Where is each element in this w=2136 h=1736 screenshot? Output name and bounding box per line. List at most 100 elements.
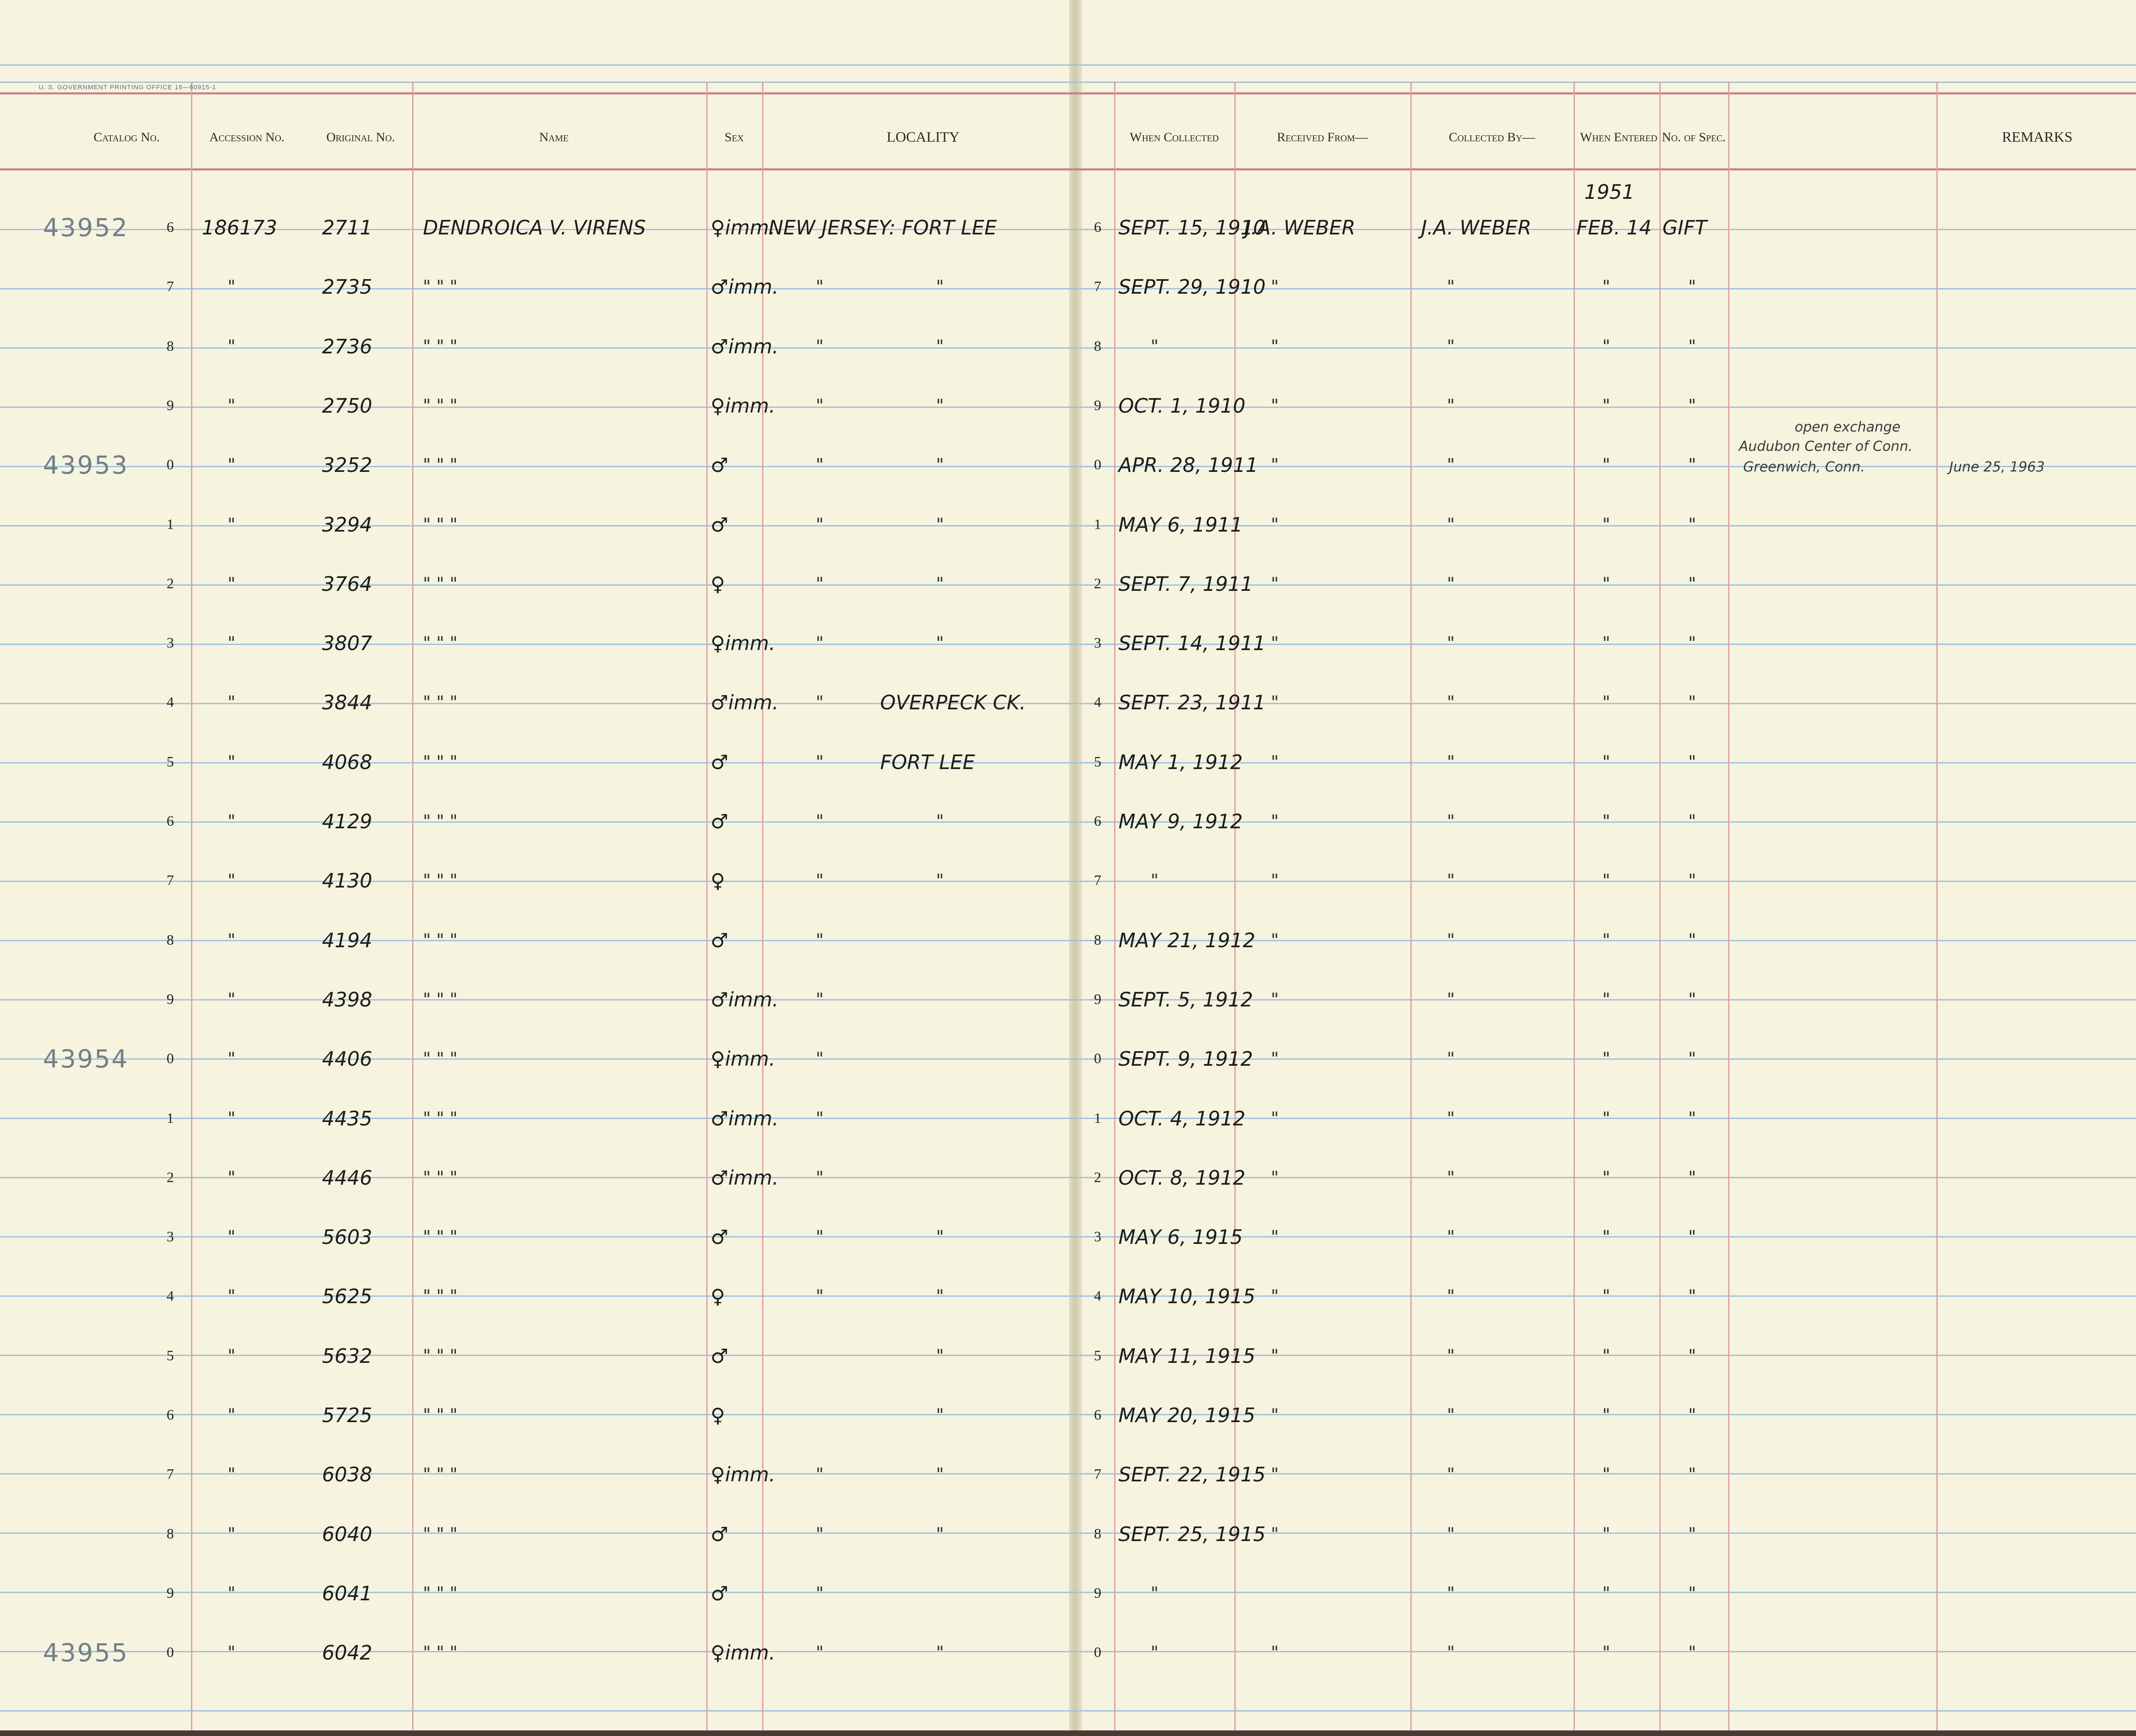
row-number: 6 bbox=[167, 813, 174, 829]
row-number: 5 bbox=[167, 1347, 174, 1364]
row-number: 2 bbox=[167, 575, 174, 592]
accession-no: " bbox=[228, 752, 236, 772]
locality-state: NEW JERSEY: FORT LEE bbox=[769, 216, 997, 239]
left-page bbox=[0, 0, 1075, 1736]
sex: ♂ bbox=[711, 1581, 729, 1605]
collected-by: " bbox=[1447, 1465, 1455, 1485]
date-collected: MAY 6, 1911 bbox=[1118, 513, 1243, 536]
accession-no: " bbox=[228, 574, 236, 594]
date-entered: " bbox=[1602, 1167, 1610, 1188]
no-of-spec: " bbox=[1688, 989, 1696, 1009]
received-from: " bbox=[1271, 989, 1279, 1009]
row-rule bbox=[0, 1592, 2136, 1593]
locality-state: " bbox=[816, 812, 824, 831]
collected-by: " bbox=[1447, 1227, 1455, 1247]
catalog-number: 43954 bbox=[43, 1044, 129, 1074]
row-number: 1 bbox=[167, 1110, 174, 1126]
received-from: " bbox=[1271, 1227, 1279, 1247]
sex: ♂ bbox=[711, 750, 729, 774]
collected-by: " bbox=[1447, 930, 1455, 950]
accession-no: " bbox=[228, 930, 236, 950]
received-from: " bbox=[1271, 1049, 1279, 1069]
catalog-number: 43955 bbox=[43, 1638, 129, 1668]
row-number: 1 bbox=[167, 516, 174, 532]
received-from: " bbox=[1271, 455, 1279, 475]
original-no: 4406 bbox=[322, 1047, 373, 1071]
row-number-right: 5 bbox=[1094, 754, 1101, 770]
date-collected: SEPT. 7, 1911 bbox=[1118, 572, 1253, 596]
original-no: 6038 bbox=[322, 1463, 373, 1487]
received-from: " bbox=[1271, 1405, 1279, 1425]
row-number-right: 6 bbox=[1094, 1407, 1101, 1423]
accession-no: " bbox=[228, 277, 236, 297]
date-entered: " bbox=[1602, 1524, 1610, 1544]
row-rule bbox=[0, 1295, 2136, 1297]
no-of-spec: " bbox=[1688, 633, 1696, 654]
sex: ♂ bbox=[711, 928, 729, 952]
original-no: 4435 bbox=[322, 1107, 373, 1130]
specimen-name: DENDROICA V. VIRENS bbox=[423, 216, 646, 239]
locality-place: " bbox=[936, 455, 944, 475]
header-remarks: REMARKS bbox=[2002, 129, 2073, 145]
no-of-spec: " bbox=[1688, 871, 1696, 891]
catalog-number: 43952 bbox=[43, 213, 129, 242]
locality-place: " bbox=[936, 812, 944, 831]
row-number-right: 4 bbox=[1094, 1288, 1101, 1304]
collected-by: " bbox=[1447, 812, 1455, 831]
row-number: 4 bbox=[167, 1288, 174, 1304]
specimen-name: " " " bbox=[423, 574, 458, 594]
sex: ♂ bbox=[711, 810, 729, 833]
collected-by: " bbox=[1447, 336, 1455, 356]
date-entered: FEB. 14 bbox=[1577, 216, 1652, 239]
catalog-number: 43953 bbox=[43, 450, 129, 480]
header-sex: Sex bbox=[724, 130, 744, 144]
row-number-right: 7 bbox=[1094, 279, 1101, 295]
specimen-name: " " " bbox=[423, 752, 458, 772]
specimen-name: " " " bbox=[423, 1049, 458, 1069]
date-entered: " bbox=[1602, 1583, 1610, 1603]
date-entered: " bbox=[1602, 514, 1610, 535]
row-number-right: 9 bbox=[1094, 991, 1101, 1007]
specimen-name: " " " bbox=[423, 1167, 458, 1188]
no-of-spec: " bbox=[1688, 277, 1696, 297]
header-collected-by: Collected By— bbox=[1449, 130, 1535, 144]
original-no: 2711 bbox=[322, 216, 373, 239]
date-entered: " bbox=[1602, 633, 1610, 654]
locality-place: " bbox=[936, 514, 944, 535]
sex: ♂ bbox=[711, 513, 729, 536]
row-rule bbox=[0, 1058, 2136, 1060]
no-of-spec: " bbox=[1688, 1465, 1696, 1485]
specimen-name: " " " bbox=[423, 693, 458, 713]
locality-place: " bbox=[936, 1524, 944, 1544]
remark-line-2: Audubon Center of Conn. bbox=[1739, 438, 1913, 454]
row-rule bbox=[0, 1710, 2136, 1712]
year-entered: 1951 bbox=[1584, 180, 1635, 204]
row-number: 7 bbox=[167, 279, 174, 295]
received-from: " bbox=[1271, 871, 1279, 891]
original-no: 3844 bbox=[322, 691, 373, 714]
received-from: " bbox=[1271, 395, 1279, 416]
sex: ♀ bbox=[711, 1285, 725, 1308]
accession-no: " bbox=[228, 1167, 236, 1188]
locality-place: FORT LEE bbox=[880, 750, 975, 774]
row-number: 6 bbox=[167, 219, 174, 235]
row-number-right: 0 bbox=[1094, 1645, 1101, 1661]
no-of-spec: " bbox=[1688, 1227, 1696, 1247]
row-rule bbox=[0, 999, 2136, 1000]
accession-no: " bbox=[228, 1465, 236, 1485]
original-no: 4130 bbox=[322, 869, 373, 893]
specimen-name: " " " bbox=[423, 395, 458, 416]
row-rule bbox=[0, 1414, 2136, 1415]
date-collected: SEPT. 23, 1911 bbox=[1118, 691, 1266, 714]
collected-by: " bbox=[1447, 455, 1455, 475]
date-collected: SEPT. 22, 1915 bbox=[1118, 1463, 1266, 1487]
date-collected: MAY 21, 1912 bbox=[1118, 928, 1255, 952]
received-from: J.A. WEBER bbox=[1245, 216, 1355, 239]
no-of-spec: " bbox=[1688, 1643, 1696, 1663]
header-catalog-no: Catalog No. bbox=[93, 130, 160, 144]
row-number-right: 0 bbox=[1094, 457, 1101, 473]
date-collected: MAY 9, 1912 bbox=[1118, 810, 1243, 833]
sex: ♀imm. bbox=[711, 1641, 775, 1665]
row-rule bbox=[0, 821, 2136, 823]
locality-state: " bbox=[816, 633, 824, 654]
